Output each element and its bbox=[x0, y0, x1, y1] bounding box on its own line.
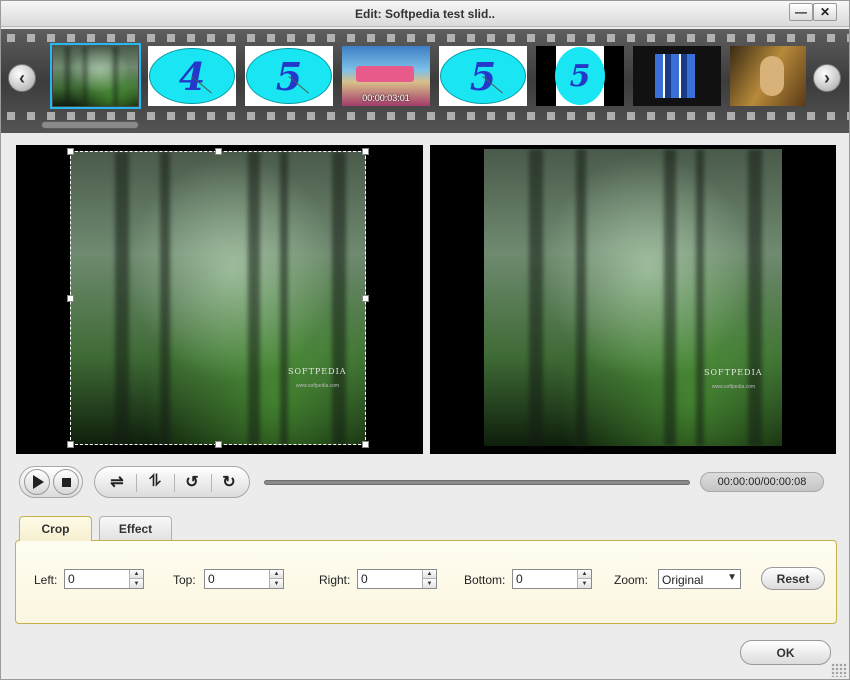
bottom-increment-button[interactable]: ▲ bbox=[578, 570, 591, 579]
left-decrement-button[interactable]: ▼ bbox=[130, 579, 143, 588]
left-increment-button[interactable]: ▲ bbox=[130, 570, 143, 579]
crop-handle[interactable] bbox=[362, 441, 369, 448]
right-stepper-buttons: ▲ ▼ bbox=[422, 570, 436, 588]
crop-handle[interactable] bbox=[215, 148, 222, 155]
left-label: Left: bbox=[34, 573, 58, 587]
right-stepper: ▲ ▼ bbox=[357, 569, 437, 589]
slide-thumbnail[interactable] bbox=[730, 46, 806, 106]
output-preview: SOFTPEDIA www.softpedia.com bbox=[430, 145, 836, 454]
crop-rectangle[interactable] bbox=[67, 148, 369, 448]
top-stepper: ▲ ▼ bbox=[204, 569, 284, 589]
watermark-url: www.softpedia.com bbox=[712, 384, 756, 390]
bottom-label: Bottom: bbox=[464, 573, 506, 587]
right-input[interactable] bbox=[358, 570, 422, 588]
edit-window: Edit: Softpedia test slid.. — ✕ ‹ 4 5 00… bbox=[0, 0, 850, 680]
watermark-text: SOFTPEDIA bbox=[704, 368, 763, 377]
top-decrement-button[interactable]: ▼ bbox=[270, 579, 283, 588]
thumbnail-number: 5 bbox=[569, 58, 591, 94]
top-stepper-buttons: ▲ ▼ bbox=[269, 570, 283, 588]
forest-image bbox=[53, 46, 138, 106]
transition-image bbox=[655, 54, 695, 98]
video-duration: 00:00:03:01 bbox=[362, 93, 410, 103]
toolbar-separator bbox=[136, 474, 137, 492]
chevron-right-icon: › bbox=[824, 67, 830, 88]
play-icon bbox=[33, 475, 44, 489]
crop-handle[interactable] bbox=[67, 295, 74, 302]
toolbar-separator bbox=[174, 474, 175, 492]
right-label: Right: bbox=[319, 573, 351, 587]
minimize-button[interactable]: — bbox=[789, 3, 813, 21]
right-increment-button[interactable]: ▲ bbox=[423, 570, 436, 579]
crop-handle[interactable] bbox=[67, 441, 74, 448]
chevron-left-icon: ‹ bbox=[19, 67, 25, 88]
rotate-left-button[interactable]: ↺ bbox=[177, 471, 207, 493]
bottom-input[interactable] bbox=[513, 570, 577, 588]
left-stepper-buttons: ▲ ▼ bbox=[129, 570, 143, 588]
zoom-label: Zoom: bbox=[614, 573, 649, 587]
flip-horizontal-button[interactable]: ⇌ bbox=[102, 471, 132, 493]
stop-button[interactable] bbox=[53, 469, 79, 495]
slide-thumbnail[interactable]: 4 bbox=[148, 46, 236, 106]
top-input[interactable] bbox=[205, 570, 269, 588]
zoom-select[interactable]: Original ▼ bbox=[658, 569, 741, 589]
chevron-down-icon: ▼ bbox=[727, 572, 737, 583]
rotate-left-icon: ↺ bbox=[185, 474, 199, 491]
slide-thumbnail-video[interactable]: 00:00:03:01 bbox=[342, 46, 430, 106]
zoom-selected-value: Original bbox=[662, 573, 704, 587]
filmstrip: ‹ 4 5 00:00:03:01 5 5 › bbox=[1, 29, 849, 133]
playback-progress-slider[interactable] bbox=[264, 480, 690, 485]
crop-handle[interactable] bbox=[362, 148, 369, 155]
slide-thumbnail[interactable] bbox=[50, 43, 141, 109]
rotate-right-button[interactable]: ↻ bbox=[214, 471, 244, 493]
stop-icon bbox=[61, 477, 71, 487]
tab-effect[interactable]: Effect bbox=[99, 516, 172, 540]
film-perforations-top bbox=[1, 34, 849, 42]
right-decrement-button[interactable]: ▼ bbox=[423, 579, 436, 588]
flip-vertical-icon: ⥮ bbox=[149, 473, 161, 490]
filmstrip-next-button[interactable]: › bbox=[813, 64, 841, 92]
crop-handle[interactable] bbox=[362, 295, 369, 302]
slide-thumbnail[interactable]: 5 bbox=[439, 46, 527, 106]
clock-ellipse-image: 5 bbox=[440, 48, 526, 104]
filmstrip-scrollbar[interactable] bbox=[41, 121, 139, 129]
bottom-decrement-button[interactable]: ▼ bbox=[578, 579, 591, 588]
play-button[interactable] bbox=[24, 469, 50, 495]
bottom-stepper-buttons: ▲ ▼ bbox=[577, 570, 591, 588]
crop-handle[interactable] bbox=[215, 441, 222, 448]
slide-thumbnail[interactable]: 5 bbox=[536, 46, 624, 106]
top-increment-button[interactable]: ▲ bbox=[270, 570, 283, 579]
window-title: Edit: Softpedia test slid.. bbox=[354, 7, 495, 21]
clock-ellipse-image: 5 bbox=[555, 47, 605, 105]
reset-button[interactable]: Reset bbox=[761, 567, 825, 590]
close-button[interactable]: ✕ bbox=[813, 3, 837, 21]
video-frame-image bbox=[356, 66, 414, 82]
slide-thumbnail-transition[interactable] bbox=[633, 46, 721, 106]
flip-horizontal-icon: ⇌ bbox=[110, 474, 124, 491]
playback-controls bbox=[19, 466, 83, 498]
person-photo-image bbox=[760, 56, 784, 96]
ok-button[interactable]: OK bbox=[740, 640, 831, 665]
top-label: Top: bbox=[173, 573, 196, 587]
film-perforations-bottom bbox=[1, 112, 849, 120]
flip-vertical-button[interactable]: ⥮ bbox=[140, 471, 170, 493]
left-stepper: ▲ ▼ bbox=[64, 569, 144, 589]
resize-grip-icon[interactable] bbox=[831, 663, 847, 677]
source-preview: SOFTPEDIA www.softpedia.com bbox=[16, 145, 423, 454]
transform-controls: ⇌ ⥮ ↺ ↻ bbox=[94, 466, 250, 498]
crop-handle[interactable] bbox=[67, 148, 74, 155]
toolbar-separator bbox=[211, 474, 212, 492]
filmstrip-prev-button[interactable]: ‹ bbox=[8, 64, 36, 92]
tab-crop[interactable]: Crop bbox=[19, 516, 92, 541]
forest-image: SOFTPEDIA www.softpedia.com bbox=[484, 149, 782, 446]
title-bar: Edit: Softpedia test slid.. — ✕ bbox=[1, 1, 849, 27]
slide-thumbnail[interactable]: 5 bbox=[245, 46, 333, 106]
rotate-right-icon: ↻ bbox=[222, 474, 236, 491]
clock-ellipse-image: 5 bbox=[246, 48, 332, 104]
time-display: 00:00:00/00:00:08 bbox=[700, 472, 824, 492]
clock-ellipse-image: 4 bbox=[149, 48, 235, 104]
bottom-stepper: ▲ ▼ bbox=[512, 569, 592, 589]
left-input[interactable] bbox=[65, 570, 129, 588]
